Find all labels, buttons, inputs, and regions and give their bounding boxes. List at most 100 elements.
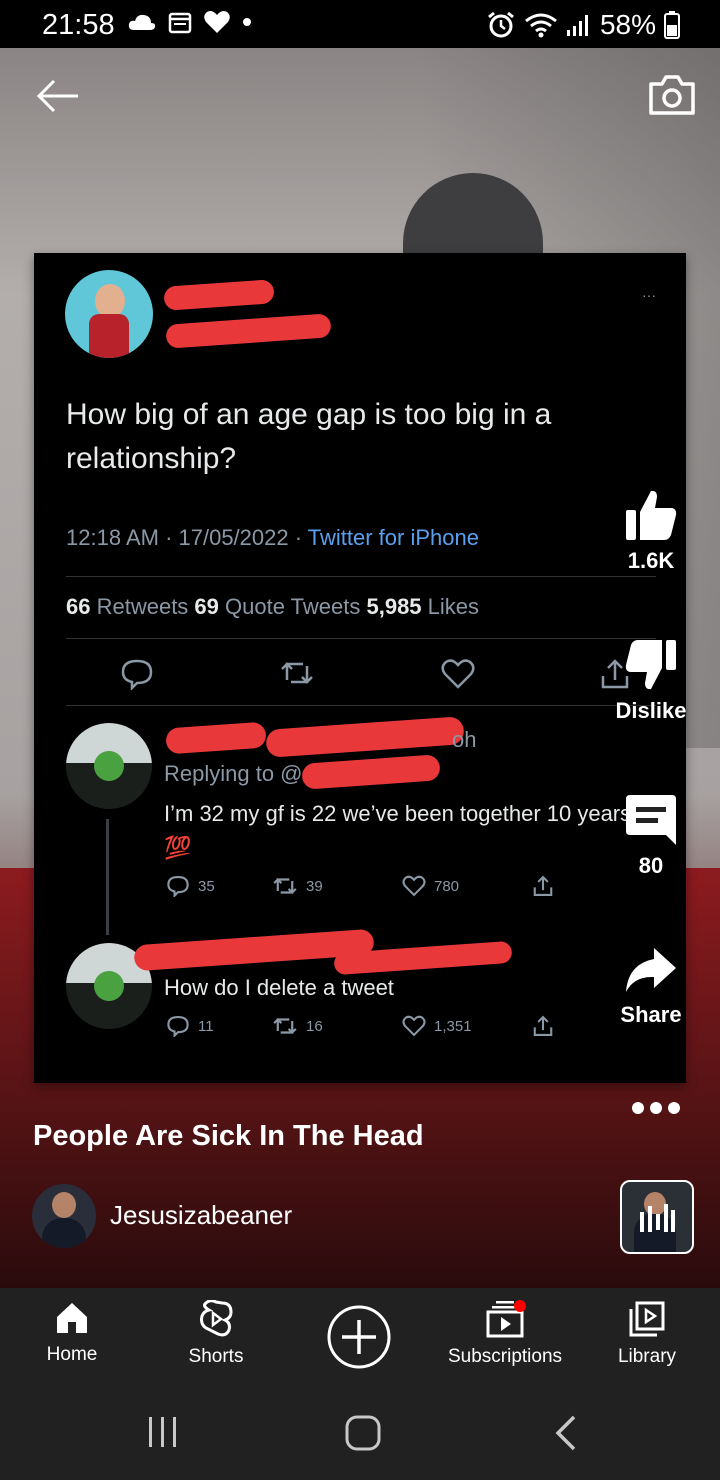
heart-outline-icon: [402, 875, 426, 897]
nav-home-label: Home: [46, 1344, 98, 1365]
status-right: 58%: [486, 9, 680, 41]
redacted-mention: [301, 754, 441, 790]
nav-create[interactable]: [326, 1304, 392, 1370]
like-button[interactable]: 1.6K: [616, 488, 686, 574]
share-label: Share: [620, 1002, 682, 1027]
system-navigation-bar: [0, 1390, 720, 1480]
battery-percent: 58%: [599, 9, 656, 40]
nav-home[interactable]: Home: [38, 1300, 106, 1366]
divider: [66, 705, 656, 706]
tweet-timestamp: 12:18 AM · 17/05/2022 ·: [66, 525, 308, 550]
audio-bars-icon: [640, 1204, 675, 1232]
battery-icon: [664, 11, 680, 39]
sound-thumbnail[interactable]: [620, 1180, 694, 1254]
nav-library-label: Library: [617, 1346, 677, 1367]
comments-button[interactable]: 80: [616, 793, 686, 879]
dot-icon: [243, 18, 251, 26]
divider: [66, 638, 656, 639]
replying-to: Replying to @: [164, 761, 303, 786]
reply-actions: 35 39 780: [166, 875, 554, 897]
home-circle-icon[interactable]: [344, 1414, 382, 1452]
reply-text: I’m 32 my gf is 22 we’ve been together 1…: [164, 801, 632, 860]
reply-count: 11: [198, 1017, 214, 1035]
like-count: 1.6K: [627, 548, 675, 573]
alarm-icon: [488, 11, 514, 38]
retweet-count: 39: [306, 877, 323, 895]
notification-icons: [128, 10, 252, 34]
tweet-meta: 12:18 AM · 17/05/2022 · Twitter for iPho…: [66, 525, 479, 551]
back-chevron-icon[interactable]: [552, 1414, 578, 1452]
divider: [66, 576, 656, 577]
retweet-count: 16: [306, 1017, 323, 1035]
channel-name[interactable]: Jesusizabeaner: [110, 1200, 292, 1231]
tweet-author-avatar: [65, 270, 153, 358]
heart-outline-icon: [441, 659, 475, 689]
redacted-handle: [165, 313, 332, 349]
status-bar: 21:58 58%: [0, 0, 720, 48]
share-up-icon: [533, 1015, 553, 1036]
redacted-name: [163, 279, 275, 311]
thumbs-up-icon: [626, 490, 677, 540]
share-up-icon: [533, 875, 553, 896]
like-count: 5,985: [366, 594, 422, 619]
reply-handle-fragment: oh: [452, 727, 477, 752]
cloud-icon: [128, 14, 156, 30]
comments-count: 80: [638, 853, 664, 878]
reply-icon: [167, 876, 189, 897]
tweet-source: Twitter for iPhone: [307, 525, 479, 550]
redacted-reply-handle: [265, 716, 465, 758]
share-arrow-icon: [626, 948, 676, 992]
tweet-screenshot: ··· How big of an age gap is too big in …: [34, 253, 686, 1083]
bottom-navigation: Home Shorts Subscriptions Library: [0, 1288, 720, 1390]
retweet-icon: [273, 877, 297, 895]
home-icon: [57, 1303, 87, 1333]
channel-avatar[interactable]: [32, 1184, 96, 1248]
more-options-icon[interactable]: [630, 1096, 682, 1120]
nav-library[interactable]: Library: [612, 1300, 682, 1368]
tweet-more-icon: ···: [642, 287, 656, 303]
reply-icon: [121, 659, 153, 690]
retweet-icon: [273, 1017, 297, 1035]
reply-avatar: [66, 723, 152, 809]
reply-icon: [167, 1016, 189, 1037]
tweet-actions: [120, 658, 630, 690]
retweet-count: 66: [66, 594, 91, 619]
back-arrow-icon[interactable]: [36, 78, 80, 114]
nav-subscriptions-label: Subscriptions: [447, 1346, 563, 1367]
library-icon: [629, 1301, 665, 1337]
dislike-button[interactable]: Dislike: [616, 638, 686, 724]
redacted-reply-name: [165, 721, 267, 755]
tweet-text: How big of an age gap is too big in a re…: [66, 398, 552, 475]
recent-apps-icon[interactable]: [146, 1414, 180, 1450]
tweet-stats: 66 Retweets 69 Quote Tweets 5,985 Likes: [66, 594, 479, 620]
nav-shorts-label: Shorts: [188, 1346, 244, 1367]
dislike-label: Dislike: [615, 698, 687, 723]
reply-count: 35: [198, 877, 215, 895]
share-button[interactable]: Share: [616, 946, 686, 1028]
status-time: 21:58: [42, 9, 115, 41]
video-title: People Are Sick In The Head: [33, 1120, 424, 1152]
reply-actions: 11 16 1,351: [166, 1015, 554, 1037]
shorts-icon: [200, 1300, 233, 1337]
calendar-icon: [168, 12, 192, 34]
create-plus-icon: [327, 1305, 391, 1369]
like-count: 780: [434, 877, 460, 895]
subscriptions-icon: [486, 1300, 526, 1338]
thread-line: [106, 819, 109, 935]
quote-count: 69: [194, 594, 219, 619]
signal-icon: [566, 15, 588, 36]
reply-text: How do I delete a tweet: [164, 975, 394, 1000]
like-count: 1,351: [434, 1017, 472, 1035]
heart-outline-icon: [402, 1015, 426, 1037]
thumbs-down-icon: [625, 640, 676, 690]
quote-label: Quote Tweets: [218, 594, 367, 619]
retweet-icon: [281, 662, 314, 684]
like-label: Likes: [421, 594, 480, 619]
wifi-icon: [525, 13, 557, 38]
retweet-label: Retweets: [90, 594, 195, 619]
camera-icon[interactable]: [648, 74, 696, 116]
nav-subscriptions[interactable]: Subscriptions: [442, 1300, 568, 1368]
nav-shorts[interactable]: Shorts: [180, 1300, 252, 1368]
heart-icon: [204, 11, 230, 33]
comment-icon: [626, 795, 676, 845]
